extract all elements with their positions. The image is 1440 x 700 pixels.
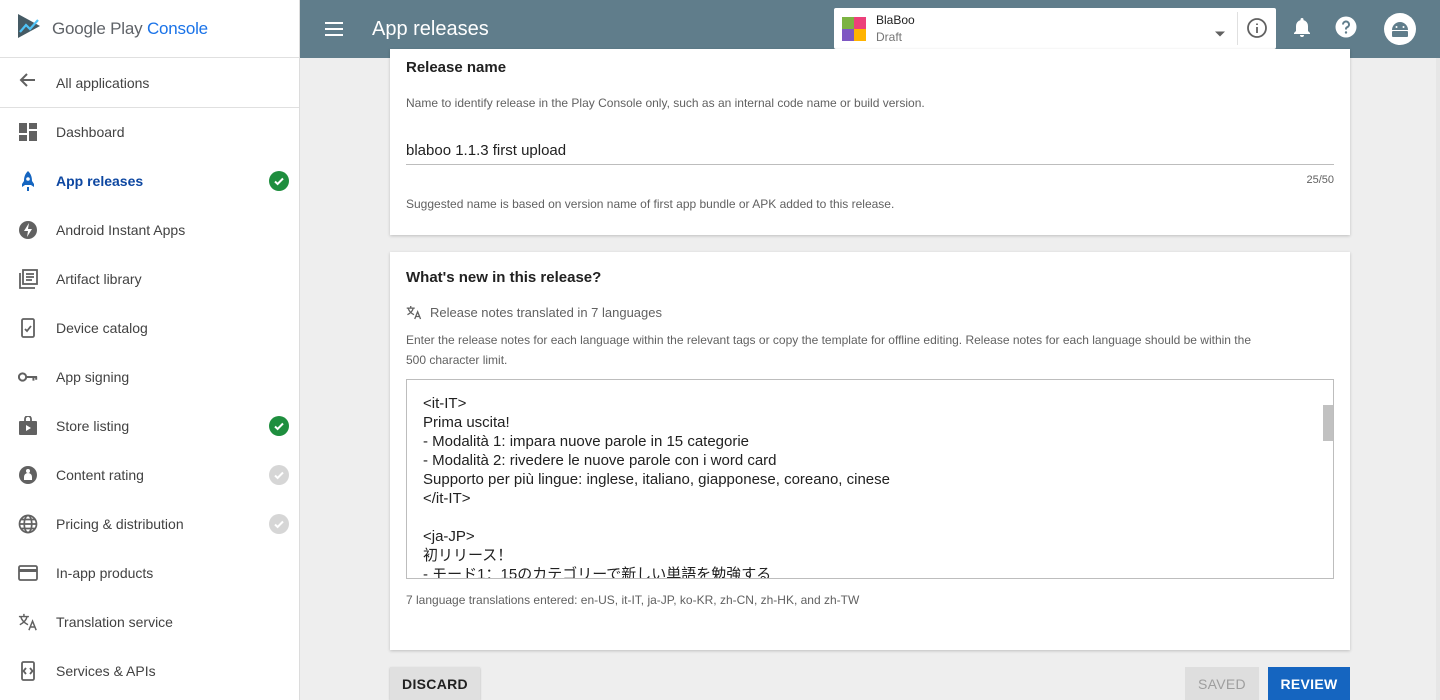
globe-icon (18, 514, 38, 534)
sidebar-item-content-rating[interactable]: Content rating (0, 450, 299, 499)
page-scrollbar[interactable] (1436, 58, 1440, 700)
saved-button[interactable]: SAVED (1185, 667, 1259, 700)
sidebar-item-in-app-products[interactable]: In-app products (0, 548, 299, 597)
sidebar-item-label: Dashboard (56, 123, 125, 140)
release-name-description: Name to identify release in the Play Con… (406, 96, 925, 110)
device-icon (18, 317, 38, 338)
textarea-scrollbar-thumb[interactable] (1323, 405, 1333, 441)
all-applications-label: All applications (56, 74, 150, 91)
sidebar-nav: Dashboard App releases Android Instant A… (0, 107, 299, 695)
app-name: BlaBoo (876, 12, 915, 27)
release-name-card: Release name Name to identify release in… (390, 49, 1350, 235)
sidebar-item-label: Artifact library (56, 270, 142, 287)
sidebar-item-label: App signing (56, 368, 130, 385)
check-circle-icon (269, 415, 289, 436)
character-counter: 25/50 (1306, 174, 1334, 186)
help-icon[interactable] (1334, 15, 1358, 44)
api-icon (18, 660, 38, 681)
sidebar-item-dashboard[interactable]: Dashboard (0, 107, 299, 156)
check-circle-icon (269, 464, 289, 485)
info-icon[interactable] (1246, 17, 1268, 44)
sidebar-item-translation-service[interactable]: Translation service (0, 597, 299, 646)
sidebar-item-artifact-library[interactable]: Artifact library (0, 254, 299, 303)
page-title: App releases (372, 17, 489, 40)
sidebar-item-label: Store listing (56, 417, 130, 434)
store-icon (18, 415, 38, 436)
sidebar-item-app-signing[interactable]: App signing (0, 352, 299, 401)
bolt-icon (18, 220, 38, 240)
brand-logo[interactable]: Google Play Console (0, 0, 299, 58)
rating-icon (18, 465, 38, 485)
check-circle-icon (269, 513, 289, 534)
sidebar-item-app-releases[interactable]: App releases (0, 156, 299, 205)
sidebar-item-label: Pricing & distribution (56, 515, 184, 532)
sidebar-item-label: In-app products (56, 564, 154, 581)
notifications-icon[interactable] (1292, 17, 1312, 44)
key-icon (18, 367, 38, 387)
whats-new-card: What's new in this release? Release note… (390, 252, 1350, 650)
app-selector[interactable]: BlaBoo Draft (834, 8, 1276, 49)
sidebar-item-label: Translation service (56, 613, 173, 630)
discard-button[interactable]: DISCARD (390, 667, 480, 700)
card-icon (18, 563, 38, 583)
translated-languages-label: Release notes translated in 7 languages (430, 305, 662, 320)
sidebar-item-device-catalog[interactable]: Device catalog (0, 303, 299, 352)
sidebar-item-services-apis[interactable]: Services & APIs (0, 646, 299, 695)
brand-name: Google Play Console (52, 18, 208, 38)
account-avatar-icon[interactable] (1384, 13, 1416, 45)
release-name-suggestion: Suggested name is based on version name … (406, 197, 895, 211)
check-circle-icon (269, 170, 289, 191)
sidebar-item-android-instant-apps[interactable]: Android Instant Apps (0, 205, 299, 254)
languages-entered-summary: 7 language translations entered: en-US, … (406, 593, 860, 607)
release-notes-instructions: Enter the release notes for each languag… (406, 333, 1251, 347)
sidebar-item-store-listing[interactable]: Store listing (0, 401, 299, 450)
sidebar-item-label: Device catalog (56, 319, 148, 336)
sidebar-item-label: App releases (56, 172, 144, 189)
release-notes-textarea[interactable]: <it-IT> Prima uscita! - Modalità 1: impa… (406, 379, 1334, 579)
all-applications-link[interactable]: All applications (0, 58, 299, 108)
release-name-title: Release name (406, 59, 507, 76)
release-name-input[interactable] (406, 136, 1334, 165)
arrow-back-icon (18, 70, 38, 95)
release-notes-instructions-limit: 500 character limit. (406, 353, 508, 367)
translate-icon (406, 305, 422, 325)
translate-icon (18, 612, 38, 632)
dashboard-icon (18, 122, 38, 142)
chevron-down-icon[interactable] (1214, 25, 1226, 43)
app-thumbnail (842, 16, 866, 41)
sidebar-item-label: Android Instant Apps (56, 221, 186, 238)
whats-new-title: What's new in this release? (406, 269, 602, 286)
play-console-logo-icon (16, 12, 42, 45)
sidebar: Google Play Console All applications Das… (0, 0, 300, 700)
release-notes-content: <it-IT> Prima uscita! - Modalità 1: impa… (423, 395, 890, 579)
library-icon (18, 268, 38, 289)
app-status: Draft (876, 29, 903, 44)
divider (1237, 12, 1238, 45)
sidebar-item-label: Services & APIs (56, 662, 156, 679)
rocket-icon (18, 170, 38, 191)
sidebar-item-label: Content rating (56, 466, 144, 483)
menu-icon[interactable] (322, 17, 346, 41)
sidebar-item-pricing-distribution[interactable]: Pricing & distribution (0, 499, 299, 548)
review-button[interactable]: REVIEW (1268, 667, 1350, 700)
